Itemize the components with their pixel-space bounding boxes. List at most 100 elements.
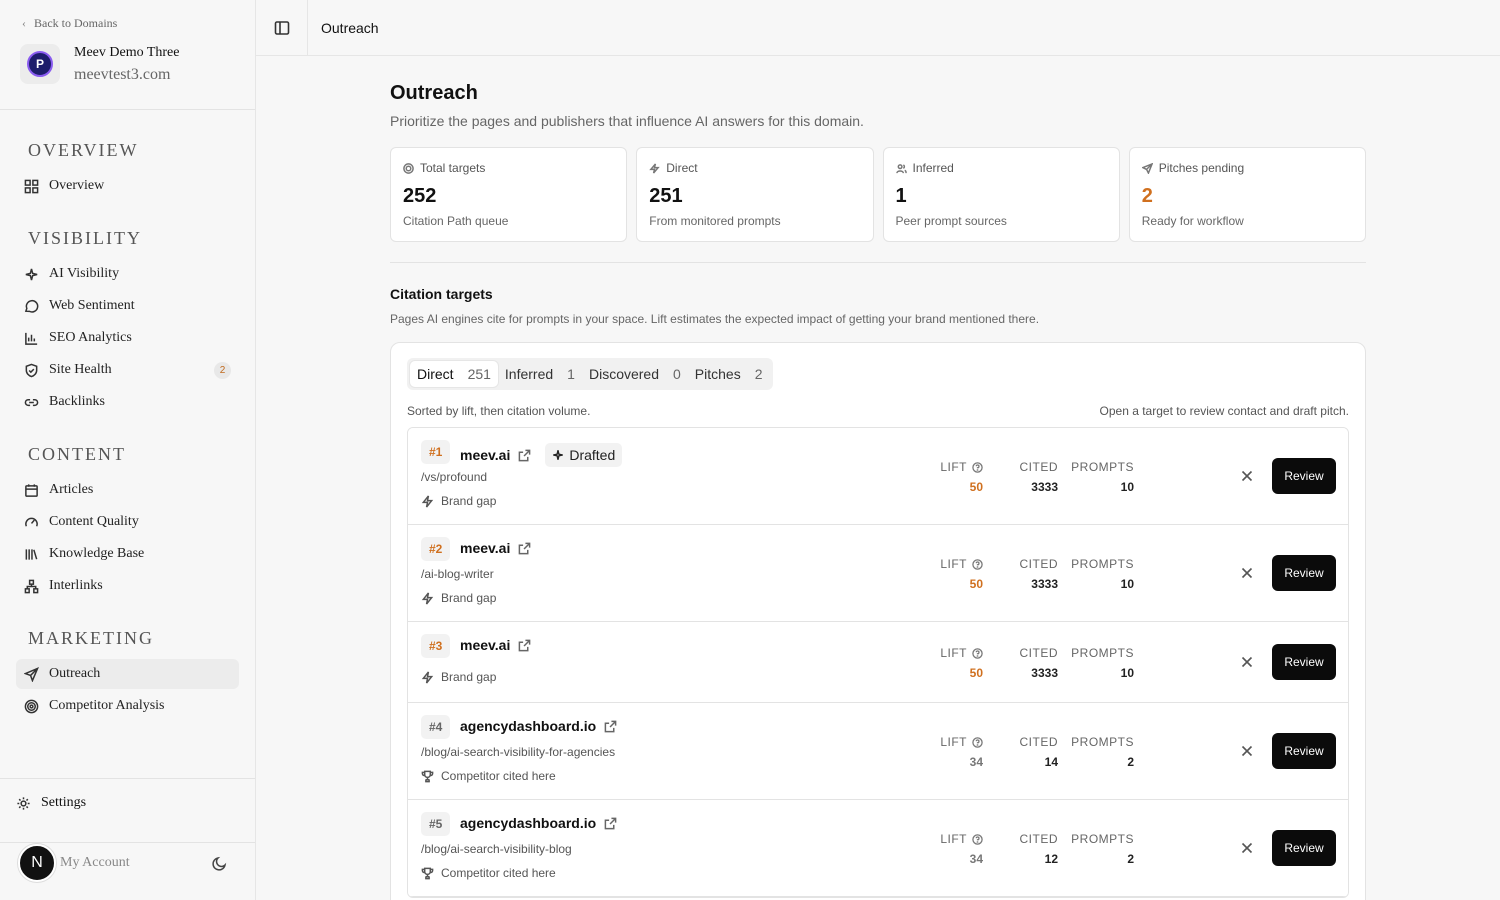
external-link-icon[interactable] bbox=[518, 449, 531, 462]
sidebar-item-site-health[interactable]: Site Health 2 bbox=[16, 355, 239, 385]
sidebar-item-web-sentiment[interactable]: Web Sentiment bbox=[16, 291, 239, 321]
shield-check-icon bbox=[25, 363, 38, 377]
tab-direct[interactable]: Direct 251 bbox=[410, 361, 498, 387]
review-button[interactable]: Review bbox=[1272, 733, 1336, 769]
tag-label: Brand gap bbox=[441, 494, 497, 508]
bar-chart-icon bbox=[25, 332, 38, 345]
external-link-icon[interactable] bbox=[518, 542, 531, 555]
sidebar-item-label: AI Visibility bbox=[49, 266, 120, 281]
metric-label-row: LIFT bbox=[908, 460, 983, 474]
tab-inferred[interactable]: Inferred 1 bbox=[498, 361, 582, 387]
help-circle-icon[interactable] bbox=[972, 647, 983, 659]
sidebar-item-interlinks[interactable]: Interlinks bbox=[16, 571, 239, 601]
help-circle-icon[interactable] bbox=[972, 736, 983, 748]
sidebar-item-competitor-analysis[interactable]: Competitor Analysis bbox=[16, 691, 239, 721]
prompts-value: 2 bbox=[1127, 852, 1134, 866]
stat-note: Citation Path queue bbox=[403, 214, 509, 228]
tab-pitches[interactable]: Pitches 2 bbox=[688, 361, 770, 387]
stats-row: Total targets 252 Citation Path queue Di… bbox=[390, 147, 1366, 242]
external-link-icon[interactable] bbox=[518, 639, 531, 652]
dismiss-button[interactable] bbox=[1240, 841, 1256, 857]
message-circle-icon bbox=[24, 299, 39, 313]
target-host: meev.ai Drafted bbox=[460, 443, 623, 467]
link-icon bbox=[24, 398, 39, 406]
help-circle-icon[interactable] bbox=[972, 558, 983, 570]
send-icon bbox=[1141, 162, 1153, 174]
sidebar-item-knowledge-base[interactable]: Knowledge Base bbox=[16, 539, 239, 569]
rank-badge: #4 bbox=[421, 715, 451, 739]
stat-value: 1 bbox=[895, 185, 907, 207]
close-icon bbox=[1241, 842, 1253, 854]
topbar: Outreach bbox=[256, 0, 1500, 56]
list-item[interactable]: #2 meev.ai /ai-blog-writer Brand gap LIF… bbox=[408, 525, 1348, 622]
target-path: /blog/ai-search-visibility-for-agencies bbox=[421, 745, 616, 759]
dismiss-button[interactable] bbox=[1240, 566, 1256, 582]
review-button[interactable]: Review bbox=[1272, 830, 1336, 866]
metric-label: CITED bbox=[1019, 557, 1058, 571]
stat-value: 251 bbox=[649, 185, 683, 207]
drafted-badge: Drafted bbox=[545, 443, 623, 467]
account-menu[interactable]: N My Account bbox=[18, 843, 238, 883]
list-item[interactable]: #1 meev.ai Drafted /vs/profound Brand ga… bbox=[408, 428, 1348, 525]
list-item[interactable]: #3 meev.ai Brand gap LIFT 50 CITED 3333 … bbox=[408, 622, 1348, 703]
sidebar-item-outreach[interactable]: Outreach bbox=[16, 659, 239, 689]
sidebar-item-articles[interactable]: Articles bbox=[16, 475, 239, 505]
list-item[interactable]: #5 agencydashboard.io /blog/ai-search-vi… bbox=[408, 800, 1348, 897]
sidebar-item-seo-analytics[interactable]: SEO Analytics bbox=[16, 323, 239, 353]
tab-discovered[interactable]: Discovered 0 bbox=[582, 361, 688, 387]
avatar: N bbox=[18, 844, 56, 882]
sidebar-toggle-button[interactable] bbox=[256, 0, 308, 56]
rank-badge: #1 bbox=[421, 440, 451, 464]
domain-name: Meev Demo Three bbox=[74, 44, 180, 60]
sidebar-item-label: Competitor Analysis bbox=[49, 698, 165, 713]
review-button[interactable]: Review bbox=[1272, 644, 1336, 680]
tab-count: 0 bbox=[673, 366, 681, 382]
tab-count: 251 bbox=[467, 366, 491, 382]
metric-label: PROMPTS bbox=[1071, 460, 1134, 474]
target-list: #1 meev.ai Drafted /vs/profound Brand ga… bbox=[407, 427, 1349, 898]
back-to-domains-link[interactable]: ‹ Back to Domains bbox=[22, 16, 117, 31]
sidebar: ‹ Back to Domains P Meev Demo Three meev… bbox=[0, 0, 256, 900]
metric-label: LIFT bbox=[940, 832, 967, 846]
panel-left-icon bbox=[274, 20, 289, 35]
help-circle-icon[interactable] bbox=[972, 461, 983, 473]
gear-icon bbox=[17, 796, 30, 810]
list-item[interactable]: #4 agencydashboard.io /blog/ai-search-vi… bbox=[408, 703, 1348, 800]
external-link-icon[interactable] bbox=[604, 817, 617, 830]
sidebar-item-label: Interlinks bbox=[49, 578, 103, 593]
tag-label: Brand gap bbox=[441, 670, 497, 684]
sidebar-item-settings[interactable]: Settings bbox=[16, 795, 86, 811]
external-link-icon[interactable] bbox=[604, 720, 617, 733]
sidebar-item-content-quality[interactable]: Content Quality bbox=[16, 507, 239, 537]
account-label: My Account bbox=[60, 855, 130, 870]
metric-label-row: LIFT bbox=[908, 646, 983, 660]
domain-switcher[interactable]: P Meev Demo Three meevtest3.com bbox=[20, 44, 179, 84]
lift-value: 50 bbox=[969, 480, 983, 494]
section-content: CONTENT bbox=[28, 444, 126, 464]
target-icon bbox=[403, 162, 414, 174]
dismiss-button[interactable] bbox=[1240, 469, 1256, 485]
review-button[interactable]: Review bbox=[1272, 458, 1336, 494]
section-overview: OVERVIEW bbox=[28, 140, 139, 160]
close-icon bbox=[1241, 656, 1253, 668]
cited-metric: CITED 12 bbox=[1008, 832, 1059, 866]
dismiss-button[interactable] bbox=[1240, 744, 1256, 760]
site-health-badge: 2 bbox=[214, 362, 231, 379]
review-button[interactable]: Review bbox=[1272, 555, 1336, 591]
stat-label: Direct bbox=[666, 161, 698, 175]
sidebar-item-overview[interactable]: Overview bbox=[16, 171, 239, 201]
metric-label: PROMPTS bbox=[1071, 646, 1134, 660]
rank-badge: #2 bbox=[421, 537, 451, 561]
tag-label: Competitor cited here bbox=[441, 866, 556, 880]
tab-label: Inferred bbox=[504, 366, 554, 382]
target-tag: Brand gap bbox=[421, 494, 496, 508]
rank-badge: #5 bbox=[421, 812, 451, 836]
sidebar-item-label: Backlinks bbox=[49, 394, 105, 409]
help-circle-icon[interactable] bbox=[972, 833, 983, 845]
stat-card-inferred: Inferred 1 Peer prompt sources bbox=[882, 147, 1120, 242]
lift-metric: LIFT 34 bbox=[908, 735, 983, 769]
sidebar-item-backlinks[interactable]: Backlinks bbox=[16, 387, 239, 417]
sidebar-item-ai-visibility[interactable]: AI Visibility bbox=[16, 259, 239, 289]
moon-icon[interactable] bbox=[212, 855, 228, 871]
dismiss-button[interactable] bbox=[1240, 655, 1256, 671]
